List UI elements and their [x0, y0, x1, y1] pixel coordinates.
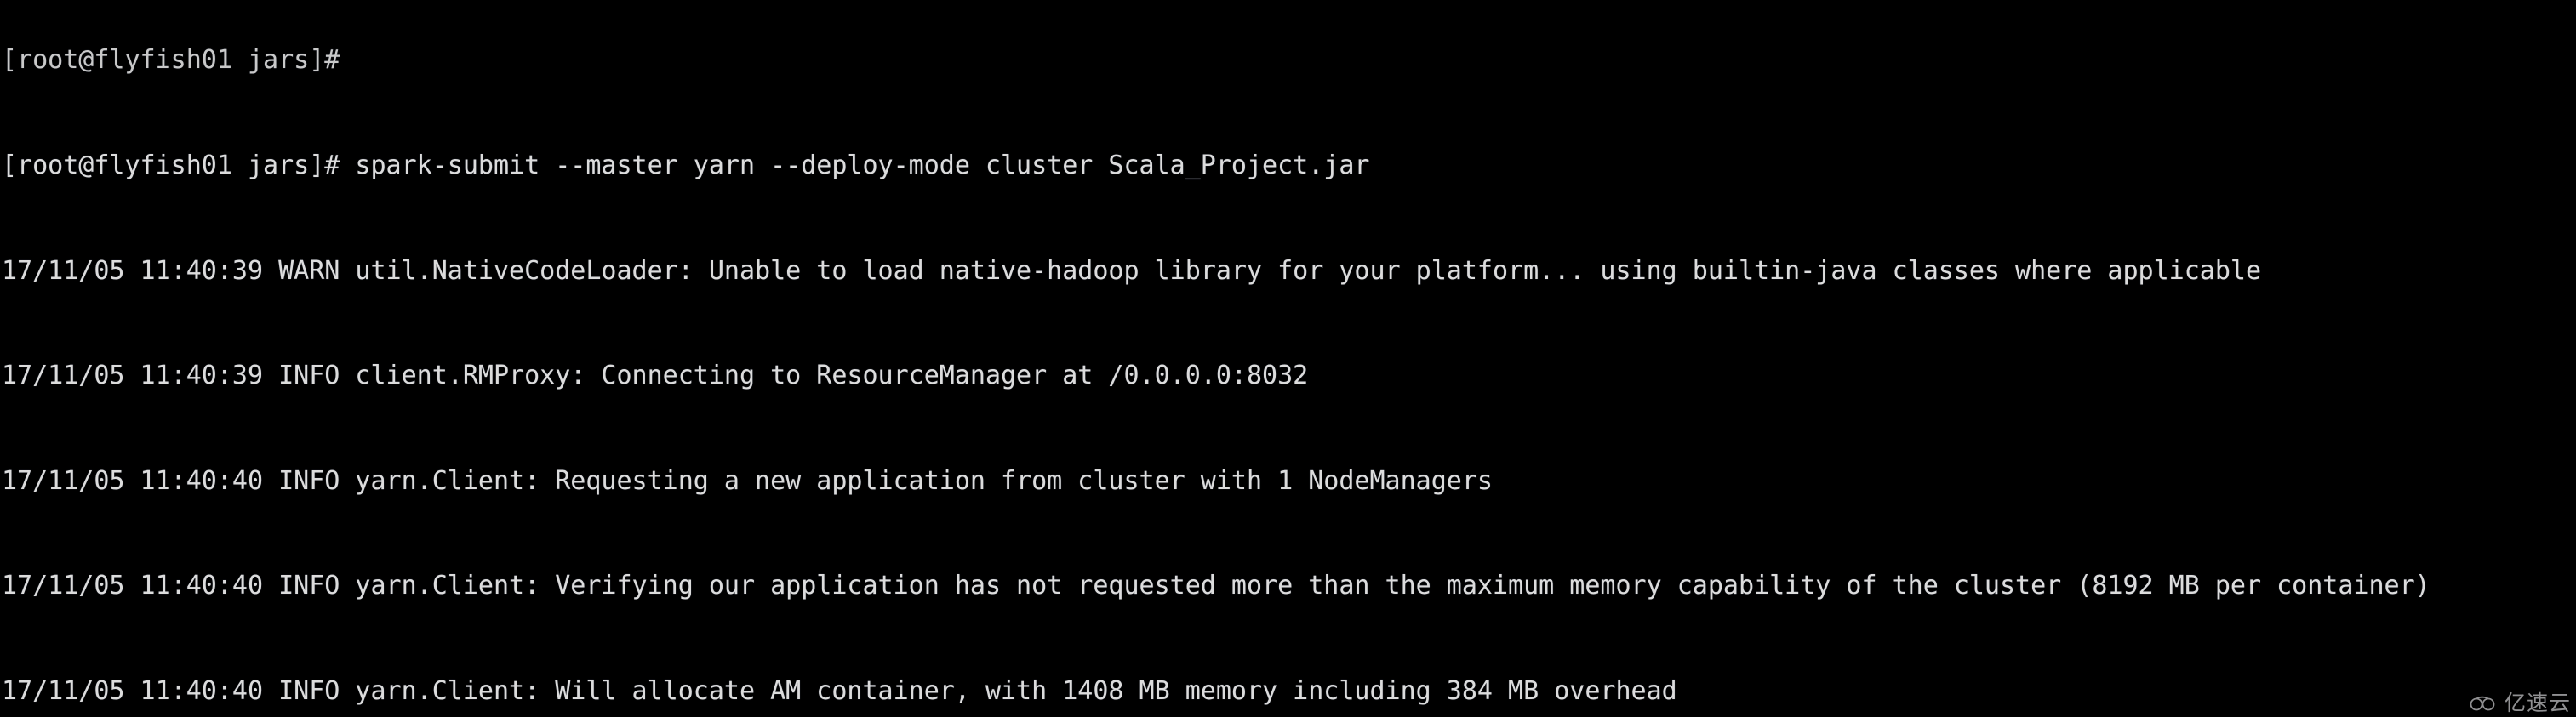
terminal-window[interactable]: [root@flyfish01 jars]# [root@flyfish01 j…: [0, 0, 2576, 717]
terminal-line: [root@flyfish01 jars]#: [2, 45, 340, 76]
terminal-line: 17/11/05 11:40:40 INFO yarn.Client: Veri…: [2, 571, 2430, 601]
terminal-output: [root@flyfish01 jars]# [root@flyfish01 j…: [0, 0, 2576, 717]
terminal-line: 17/11/05 11:40:40 INFO yarn.Client: Will…: [2, 675, 1677, 706]
terminal-line: 17/11/05 11:40:40 INFO yarn.Client: Requ…: [2, 465, 1493, 496]
terminal-line: 17/11/05 11:40:39 INFO client.RMProxy: C…: [2, 361, 1309, 391]
terminal-line-command: [root@flyfish01 jars]# spark-submit --ma…: [2, 151, 1370, 180]
terminal-line: 17/11/05 11:40:39 WARN util.NativeCodeLo…: [2, 255, 2262, 286]
